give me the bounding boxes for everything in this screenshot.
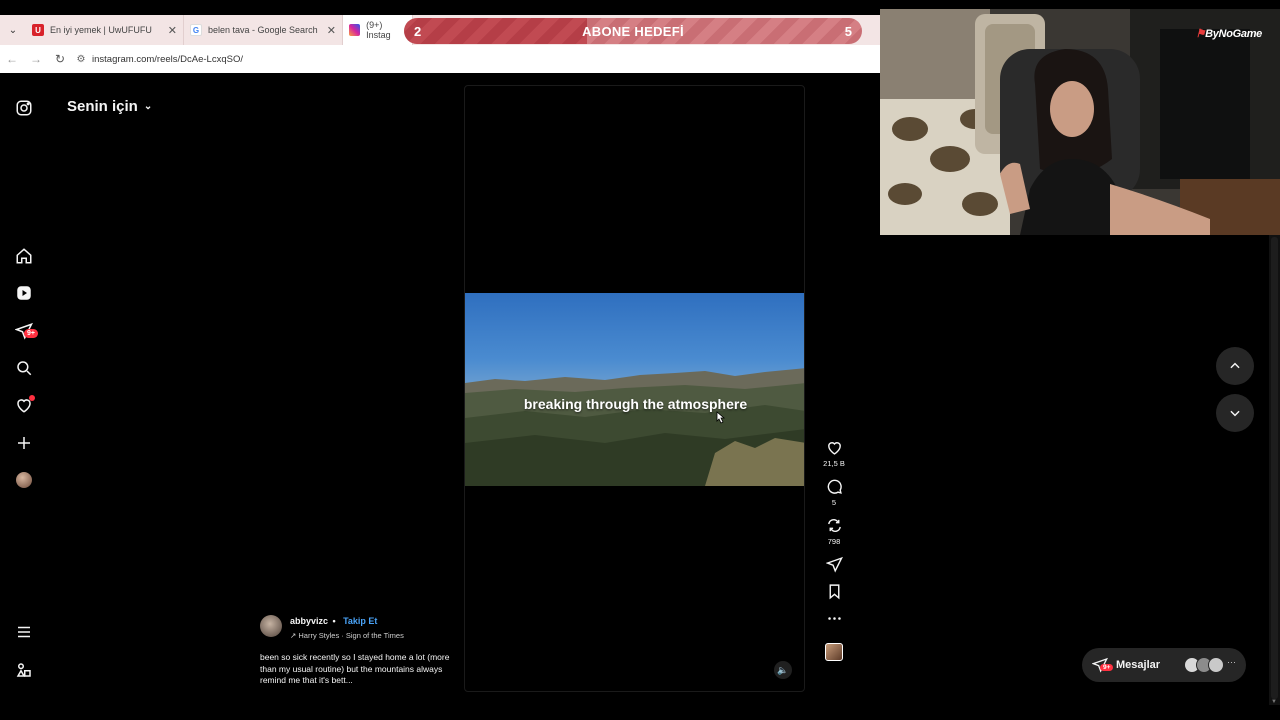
repost-count: 798 bbox=[827, 537, 841, 546]
profile-avatar[interactable] bbox=[14, 470, 34, 490]
recent-chats-avatars: ··· bbox=[1184, 657, 1236, 673]
like-count: 21,5 B bbox=[823, 459, 845, 468]
next-reel-button[interactable] bbox=[1216, 394, 1254, 432]
messages-badge: 9+ bbox=[1100, 664, 1114, 671]
forward-icon[interactable]: → bbox=[24, 52, 48, 66]
reel-author-info: abbyvizc • Takip Et ↗ Harry Styles · Sig… bbox=[260, 611, 450, 687]
messages-button[interactable]: 9+ Mesajlar ··· bbox=[1082, 648, 1246, 682]
separator-dot: • bbox=[332, 616, 336, 626]
follow-button[interactable]: Takip Et bbox=[343, 616, 377, 626]
also-from-meta-icon[interactable] bbox=[14, 660, 34, 680]
mouse-cursor-icon bbox=[716, 411, 726, 424]
menu-icon[interactable] bbox=[14, 622, 34, 642]
goal-current: 2 bbox=[414, 23, 422, 39]
mute-icon[interactable]: 🔈 bbox=[774, 661, 792, 679]
address-bar: ← → ↻ ⚙ instagram.com/reels/DcAe-LcxqSO/ bbox=[0, 45, 880, 73]
streamer-webcam: ⚑ByNoGame bbox=[880, 9, 1280, 235]
direct-messages-icon[interactable]: 9+ bbox=[14, 321, 38, 341]
tab-uwufufu[interactable]: U En iyi yemek | UwUFUFU ✕ bbox=[26, 15, 184, 45]
share-icon bbox=[825, 556, 843, 573]
notification-dot bbox=[29, 395, 35, 401]
tab-instagram[interactable]: (9+) Instag bbox=[343, 15, 413, 45]
reel-overlay-text: breaking through the atmosphere bbox=[523, 396, 748, 412]
like-button[interactable]: 21,5 B bbox=[823, 439, 845, 468]
search-icon[interactable] bbox=[14, 358, 34, 378]
back-icon[interactable]: ← bbox=[0, 52, 24, 66]
avatar bbox=[1208, 657, 1224, 673]
more-icon bbox=[827, 617, 841, 620]
bookmark-icon bbox=[829, 584, 839, 600]
url-field[interactable]: instagram.com/reels/DcAe-LcxqSO/ bbox=[92, 54, 243, 65]
author-username[interactable]: abbyvizc bbox=[290, 616, 328, 626]
brand-logo-mark: ⚑ bbox=[1195, 28, 1206, 40]
messages-label: Mesajlar bbox=[1116, 659, 1161, 671]
subscriber-goal-bar: 2 ABONE HEDEFİ 5 bbox=[404, 18, 862, 44]
reel-frame: breaking through the atmosphere bbox=[465, 293, 804, 486]
more-options-button[interactable] bbox=[826, 610, 843, 627]
share-button[interactable] bbox=[825, 556, 843, 573]
scroll-down-icon[interactable]: ▼ bbox=[1271, 699, 1277, 705]
music-link[interactable]: ↗ Harry Styles · Sign of the Times bbox=[290, 631, 404, 640]
mountain-landscape bbox=[465, 368, 804, 486]
notifications-badge: 9+ bbox=[24, 329, 38, 338]
repost-icon bbox=[827, 519, 841, 532]
reels-icon[interactable] bbox=[14, 283, 34, 303]
comment-button[interactable]: 5 bbox=[826, 478, 843, 507]
tab-label: (9+) Instag bbox=[366, 20, 391, 40]
goal-title: ABONE HEDEFİ bbox=[582, 23, 684, 39]
site-info-icon[interactable]: ⚙ bbox=[72, 54, 90, 65]
avatar bbox=[16, 472, 32, 488]
webcam-image bbox=[880, 9, 1280, 235]
brand-name: ByNoGame bbox=[1205, 28, 1262, 40]
heart-icon bbox=[827, 442, 841, 455]
close-icon[interactable]: ✕ bbox=[160, 24, 177, 37]
tab-label: belen tava - Google Search bbox=[208, 25, 318, 35]
chevron-down-icon bbox=[1230, 410, 1240, 417]
brand-logo: ⚑ByNoGame bbox=[1195, 27, 1263, 40]
goal-target: 5 bbox=[844, 23, 852, 39]
audio-thumbnail[interactable] bbox=[825, 643, 843, 661]
author-avatar[interactable] bbox=[260, 614, 282, 637]
chevron-down-icon: ⌄ bbox=[143, 101, 153, 112]
create-plus-icon[interactable] bbox=[14, 433, 34, 453]
screen: ⌄ U En iyi yemek | UwUFUFU ✕ G belen tav… bbox=[0, 0, 1280, 720]
messages-icon: 9+ bbox=[1091, 657, 1114, 673]
tab-label: En iyi yemek | UwUFUFU bbox=[50, 25, 152, 35]
tab-google-search[interactable]: G belen tava - Google Search ✕ bbox=[184, 15, 343, 45]
feed-selector[interactable]: Senin için ⌄ bbox=[67, 98, 152, 115]
notifications-heart-icon[interactable] bbox=[14, 395, 35, 415]
scrollbar-thumb[interactable] bbox=[1271, 237, 1278, 699]
reel-caption[interactable]: been so sick recently so I stayed home a… bbox=[260, 652, 450, 687]
save-button[interactable] bbox=[826, 583, 843, 600]
instagram-logo-icon[interactable] bbox=[14, 98, 34, 118]
home-icon[interactable] bbox=[14, 246, 34, 266]
comment-icon bbox=[827, 479, 842, 494]
chevron-up-icon bbox=[1230, 362, 1240, 369]
page-scrollbar[interactable]: ▼ bbox=[1269, 235, 1280, 705]
close-icon[interactable]: ✕ bbox=[319, 24, 336, 37]
feed-title: Senin için bbox=[67, 98, 138, 115]
uwufufu-favicon-icon: U bbox=[32, 24, 44, 36]
tab-search-chevron-icon[interactable]: ⌄ bbox=[0, 25, 26, 36]
repost-button[interactable]: 798 bbox=[826, 517, 843, 546]
goal-progress-fill bbox=[404, 18, 588, 44]
reel-video[interactable]: breaking through the atmosphere 🔈 bbox=[464, 85, 805, 692]
more-chats-label: ··· bbox=[1227, 657, 1236, 667]
previous-reel-button[interactable] bbox=[1216, 347, 1254, 385]
instagram-favicon-icon bbox=[349, 24, 361, 36]
comment-count: 5 bbox=[831, 498, 837, 507]
reload-icon[interactable]: ↻ bbox=[48, 52, 72, 66]
reel-actions: 21,5 B 5 798 bbox=[820, 439, 848, 661]
google-favicon-icon: G bbox=[190, 24, 202, 36]
